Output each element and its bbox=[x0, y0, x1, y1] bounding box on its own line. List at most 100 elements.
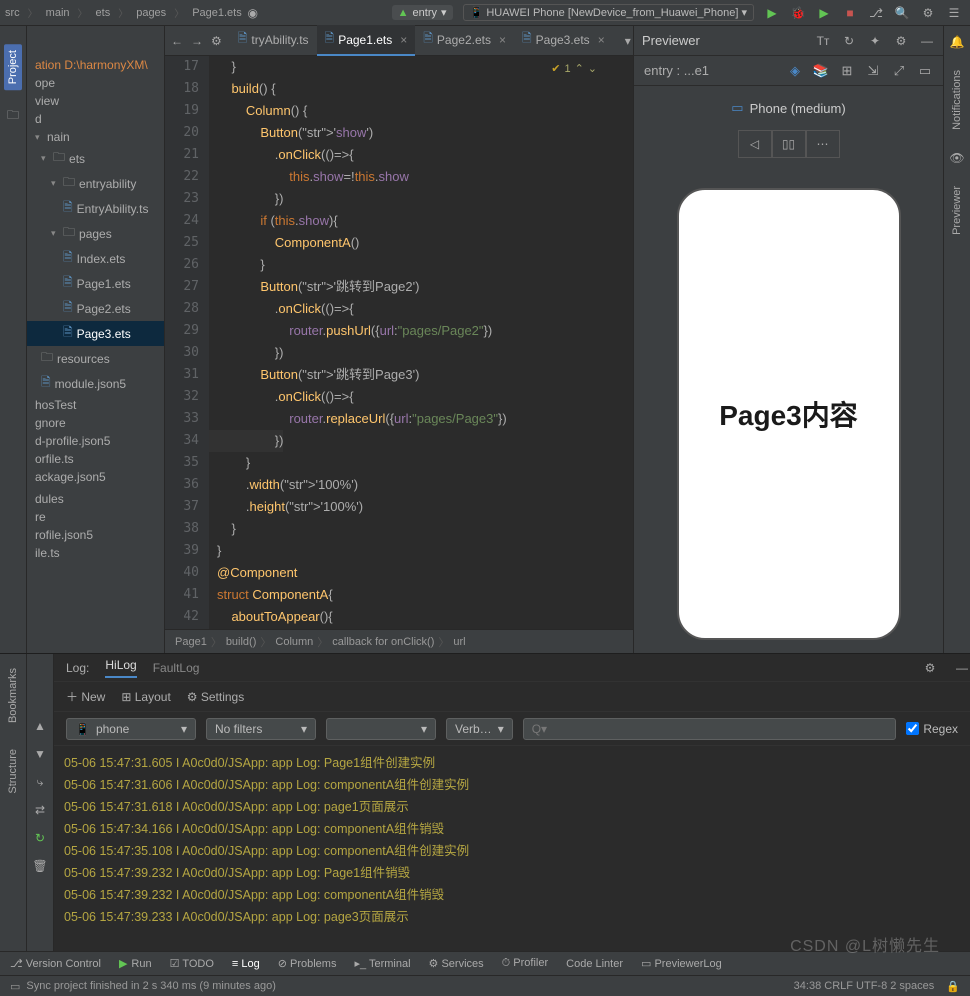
more-btn[interactable]: ⋯ bbox=[806, 130, 840, 158]
bottom-tab[interactable]: ⏱ Profiler bbox=[502, 957, 548, 970]
more-icon[interactable]: ☰ bbox=[946, 5, 962, 21]
editor-breadcrumb[interactable]: Page1 〉 build() 〉 Column 〉 callback for … bbox=[165, 629, 633, 653]
chevron-down-icon[interactable]: ▾ bbox=[625, 33, 631, 49]
refresh-icon[interactable]: ↻ bbox=[841, 33, 857, 49]
gear-icon[interactable]: ⚙ bbox=[211, 33, 222, 49]
bottom-tab[interactable]: Code Linter bbox=[566, 958, 623, 970]
editor-tab[interactable]: 🗎Page3.ets× bbox=[514, 25, 613, 56]
split-btn[interactable]: ▯▯ bbox=[772, 130, 806, 158]
editor-tab[interactable]: 🗎Page1.ets× bbox=[317, 25, 416, 56]
tree-item[interactable]: re bbox=[27, 508, 164, 526]
full-icon[interactable]: ▭ bbox=[917, 63, 933, 79]
level-filter[interactable]: Verb…▾ bbox=[446, 718, 513, 740]
tree-item[interactable]: 🗎Page3.ets bbox=[27, 321, 164, 346]
bottom-tab[interactable]: ▶ Run bbox=[119, 957, 152, 970]
filter-combo[interactable]: No filters▾ bbox=[206, 718, 316, 740]
project-root[interactable]: ation D:\harmonyXM\ bbox=[27, 56, 164, 74]
crumb-item[interactable]: Column bbox=[275, 636, 313, 648]
bell-icon[interactable]: 🔔 bbox=[949, 34, 965, 50]
tree-item[interactable]: hosTest bbox=[27, 396, 164, 414]
target-icon[interactable]: ◉ bbox=[245, 5, 261, 21]
inspection-widget[interactable]: ✔1⌃⌄ bbox=[551, 58, 597, 80]
minimize-icon[interactable]: — bbox=[954, 660, 970, 676]
previewer-tab[interactable]: Previewer bbox=[951, 182, 963, 239]
scroll-down-icon[interactable]: ▼ bbox=[32, 746, 48, 762]
tree-item[interactable]: 🗎Index.ets bbox=[27, 246, 164, 271]
tree-item[interactable]: ▾🗀entryability bbox=[27, 171, 164, 196]
device-filter[interactable]: 📱 phone▾ bbox=[66, 718, 196, 740]
tree-item[interactable]: ▾nain bbox=[27, 128, 164, 146]
coverage-icon[interactable]: ▶ bbox=[816, 5, 832, 21]
eye-icon[interactable]: 👁 bbox=[949, 150, 965, 166]
gear-icon[interactable]: ⚙ bbox=[922, 660, 938, 676]
structure-tab[interactable]: Structure bbox=[7, 745, 19, 798]
tree-item[interactable]: 🗀resources bbox=[27, 346, 164, 371]
breadcrumb-item[interactable]: pages bbox=[133, 7, 169, 19]
editor-tab[interactable]: 🗎tryAbility.ts bbox=[230, 25, 317, 56]
collapse-icon[interactable]: ⇲ bbox=[865, 63, 881, 79]
bottom-tab[interactable]: ≡ Log bbox=[232, 958, 260, 970]
breadcrumb-item[interactable]: ets bbox=[93, 7, 114, 19]
hilog-tab[interactable]: HiLog bbox=[105, 658, 136, 678]
tree-item[interactable]: ▾🗀pages bbox=[27, 221, 164, 246]
bottom-tab[interactable]: ▸_ Terminal bbox=[354, 957, 410, 970]
tree-item[interactable]: 🗎EntryAbility.ts bbox=[27, 196, 164, 221]
breadcrumb-item[interactable]: main bbox=[43, 7, 73, 19]
tree-item[interactable]: ▾🗀ets bbox=[27, 146, 164, 171]
debug-icon[interactable]: 🐞 bbox=[790, 5, 806, 21]
run-icon[interactable]: ▶ bbox=[764, 5, 780, 21]
wrap-icon[interactable]: ⤷ bbox=[32, 774, 48, 790]
trash-icon[interactable]: 🗑 bbox=[32, 858, 48, 874]
device-selector[interactable]: 📱 HUAWEI Phone [NewDevice_from_Huawei_Ph… bbox=[463, 4, 754, 21]
orientation-btn[interactable]: ◁ bbox=[738, 130, 772, 158]
editor-tab[interactable]: 🗎Page2.ets× bbox=[415, 25, 514, 56]
breadcrumb-item[interactable]: src bbox=[2, 7, 23, 19]
crumb-item[interactable]: url bbox=[453, 636, 465, 648]
bottom-tab[interactable]: ⎇ Version Control bbox=[10, 957, 101, 970]
grid-icon[interactable]: ⊞ bbox=[839, 63, 855, 79]
lock-icon[interactable]: 🔒 bbox=[946, 980, 960, 993]
settings-button[interactable]: ⚙ Settings bbox=[187, 690, 244, 704]
search-icon[interactable]: 🔍 bbox=[894, 5, 910, 21]
tree-item[interactable]: gnore bbox=[27, 414, 164, 432]
tree-item[interactable]: view bbox=[27, 92, 164, 110]
bookmarks-tab[interactable]: Bookmarks bbox=[7, 664, 19, 727]
bottom-tab[interactable]: ⊘ Problems bbox=[278, 957, 337, 970]
bottom-tab[interactable]: ⚙ Services bbox=[429, 957, 484, 970]
git-icon[interactable]: ⎇ bbox=[868, 5, 884, 21]
back-icon[interactable]: ← bbox=[171, 33, 183, 49]
project-tree[interactable]: ation D:\harmonyXM\ opeviewd▾nain▾🗀ets▾🗀… bbox=[27, 26, 165, 653]
expand-icon[interactable]: ⤢ bbox=[891, 63, 907, 79]
folder-icon[interactable]: 🗀 bbox=[5, 108, 21, 124]
locate-icon[interactable]: ◈ bbox=[787, 63, 803, 79]
gear-icon[interactable]: ⚙ bbox=[893, 33, 909, 49]
rerun-icon[interactable]: ↻ bbox=[32, 830, 48, 846]
code-area[interactable]: ✔1⌃⌄ 17 }18 build() {19 Column() {20 But… bbox=[165, 56, 633, 629]
stop-icon[interactable]: ■ bbox=[842, 5, 858, 21]
notifications-tab[interactable]: Notifications bbox=[951, 66, 963, 134]
tree-item[interactable]: 🗎Page2.ets bbox=[27, 296, 164, 321]
run-config[interactable]: ▲entry▾ bbox=[392, 5, 453, 20]
breadcrumb-item[interactable]: Page1.ets bbox=[189, 7, 245, 19]
forward-icon[interactable]: → bbox=[191, 33, 203, 49]
tree-item[interactable]: 🗎Page1.ets bbox=[27, 271, 164, 296]
crumb-item[interactable]: Page1 bbox=[175, 636, 207, 648]
bottom-tab[interactable]: ▭ PreviewerLog bbox=[641, 957, 722, 970]
tree-item[interactable]: 🗎module.json5 bbox=[27, 371, 164, 396]
minimize-icon[interactable]: — bbox=[919, 33, 935, 49]
log-search[interactable]: Q▾ bbox=[523, 718, 897, 740]
settings-icon[interactable]: ⚙ bbox=[920, 5, 936, 21]
tag-filter[interactable]: ▾ bbox=[326, 718, 436, 740]
tree-item[interactable]: ile.ts bbox=[27, 544, 164, 562]
layers-icon[interactable]: 📚 bbox=[813, 63, 829, 79]
crumb-item[interactable]: callback for onClick() bbox=[332, 636, 434, 648]
regex-toggle[interactable]: Regex bbox=[906, 722, 958, 736]
layout-button[interactable]: ⊞ Layout bbox=[121, 690, 170, 704]
tree-item[interactable]: ope bbox=[27, 74, 164, 92]
tree-item[interactable]: d bbox=[27, 110, 164, 128]
scroll-up-icon[interactable]: ▲ bbox=[32, 718, 48, 734]
tree-item[interactable]: ackage.json5 bbox=[27, 468, 164, 486]
bottom-tab[interactable]: ☑ TODO bbox=[170, 957, 214, 970]
tree-item[interactable]: orfile.ts bbox=[27, 450, 164, 468]
crumb-item[interactable]: build() bbox=[226, 636, 257, 648]
